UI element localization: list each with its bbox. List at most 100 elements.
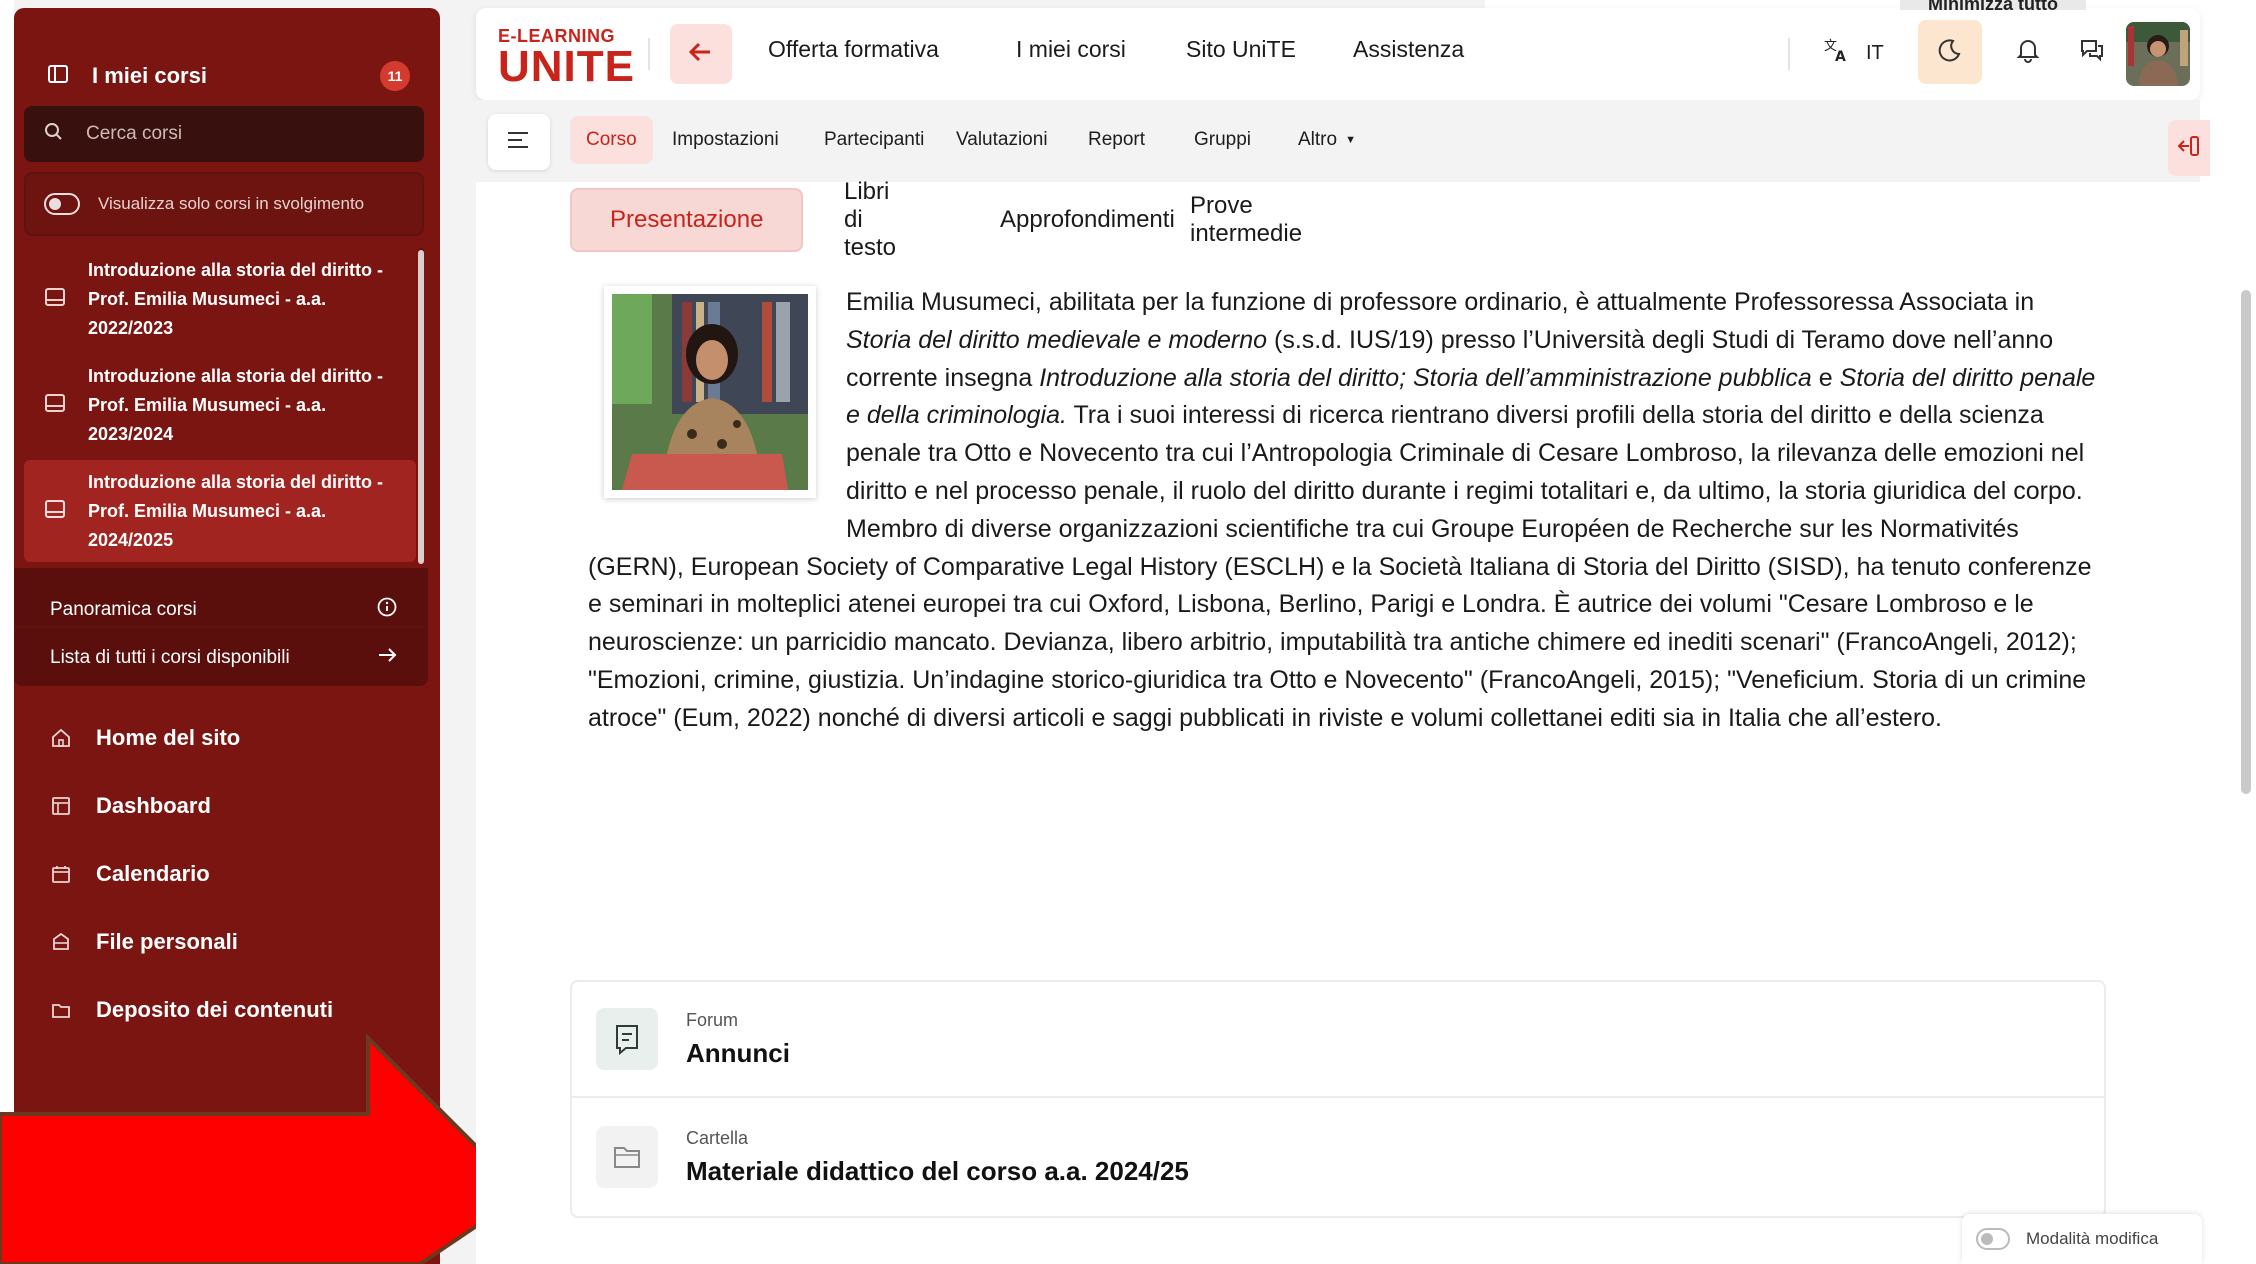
sidebar-header: I miei corsi 11 [44, 56, 410, 96]
nav-offerta-formativa[interactable]: Offerta formativa [768, 36, 939, 63]
search-icon [44, 122, 64, 147]
edit-mode-label: Modalità modifica [2026, 1229, 2159, 1248]
dashboard-icon [48, 793, 74, 819]
course-icon [44, 286, 66, 313]
arrow-right-icon [376, 644, 398, 672]
nav-i-miei-corsi[interactable]: I miei corsi [1016, 36, 1126, 63]
notifications-button[interactable] [2010, 34, 2046, 70]
folder-icon [596, 1126, 658, 1188]
svg-text:A: A [1835, 49, 1846, 64]
toggle-switch[interactable] [1976, 1228, 2010, 1250]
activity-type: Forum [686, 1010, 739, 1030]
nav-home-label: Home del sito [96, 725, 241, 750]
moon-icon [1937, 37, 1963, 68]
back-button[interactable] [670, 24, 732, 84]
user-avatar[interactable] [2126, 22, 2190, 86]
all-courses-link[interactable]: Lista di tutti i corsi disponibili [50, 638, 398, 678]
bio-text: Emilia Musumeci, abilitata per la funzio… [846, 288, 2035, 316]
course-item-label: Introduzione alla storia del diritto - P… [88, 259, 384, 338]
edit-mode-toggle[interactable]: Modalità modifica [1962, 1214, 2202, 1264]
home-icon [48, 725, 74, 751]
course-list-scrollbar[interactable] [418, 248, 424, 564]
chat-icon [2078, 36, 2106, 69]
bio-text-italic: Storia del diritto medievale e moderno [846, 325, 1268, 354]
sidebar-links-card: Panoramica corsi Lista di tutti i corsi … [14, 568, 428, 686]
nav-home[interactable]: Home del sito [48, 716, 240, 760]
course-content: Presentazione Libri di testo Approfondim… [476, 178, 2200, 1264]
tab-corso[interactable]: Corso [570, 116, 653, 164]
language-code: IT [1866, 41, 1884, 64]
tab-partecipanti[interactable]: Partecipanti [808, 116, 940, 164]
tab-impostazioni[interactable]: Impostazioni [656, 116, 795, 164]
course-item[interactable]: Introduzione alla storia del diritto - P… [24, 354, 416, 456]
overview-link-label: Panoramica corsi [50, 599, 197, 620]
tab-report[interactable]: Report [1072, 116, 1161, 164]
photo-spacer [588, 284, 846, 546]
calendar-icon [48, 861, 74, 887]
bell-icon [2015, 36, 2041, 69]
course-index-toggle[interactable] [488, 114, 550, 170]
tab-gruppi[interactable]: Gruppi [1178, 116, 1267, 164]
course-icon [44, 498, 66, 525]
bio-text: e [1811, 363, 1840, 392]
translate-icon: 文A [1822, 36, 1850, 70]
course-item-active[interactable]: Introduzione alla storia del diritto - P… [24, 460, 416, 562]
activity-type: Cartella [686, 1128, 749, 1148]
messages-button[interactable] [2074, 34, 2110, 70]
tab-libri-di-testo[interactable]: Libri di testo [806, 178, 934, 261]
professor-bio: Emilia Musumeci, abilitata per la funzio… [588, 284, 2106, 738]
activity-folder[interactable]: Cartella Materiale didattico del corso a… [570, 1096, 2106, 1218]
tab-altro-label: Altro [1298, 129, 1338, 150]
divider [648, 38, 650, 70]
info-icon [376, 596, 398, 624]
overview-link[interactable]: Panoramica corsi [50, 590, 398, 630]
toggle-switch[interactable] [44, 193, 80, 215]
nav-sito-unite[interactable]: Sito UniTE [1186, 36, 1296, 63]
page-scrollbar[interactable] [2236, 0, 2256, 1264]
block-drawer-toggle[interactable] [2168, 120, 2210, 176]
nav-content-bank-label: Deposito dei contenuti [96, 997, 334, 1022]
nav-dashboard[interactable]: Dashboard [48, 784, 211, 828]
forum-icon [596, 1008, 658, 1070]
bio-text-italic: Introduzione alla storia del diritto; St… [1039, 363, 1812, 392]
red-arrow-annotation [0, 1033, 528, 1264]
in-progress-filter[interactable]: Visualizza solo corsi in svolgimento [24, 172, 424, 236]
nav-content-bank[interactable]: Deposito dei contenuti [48, 988, 333, 1032]
search-input[interactable] [86, 123, 406, 145]
nav-files[interactable]: File personali [48, 920, 238, 964]
tab-valutazioni[interactable]: Valutazioni [940, 116, 1064, 164]
all-courses-link-label: Lista di tutti i corsi disponibili [50, 647, 290, 668]
caret-down-icon: ▼ [1345, 134, 1356, 146]
courses-panel-icon [44, 60, 72, 93]
tab-presentazione[interactable]: Presentazione [570, 188, 804, 252]
dark-mode-toggle[interactable] [1918, 20, 1982, 84]
tab-altro-dropdown[interactable]: Altro ▼ [1282, 116, 1372, 164]
course-item-label: Introduzione alla storia del diritto - P… [88, 365, 384, 444]
scrollbar-thumb[interactable] [2241, 290, 2251, 794]
folder-icon [48, 997, 74, 1023]
sidebar-title: I miei corsi [92, 63, 207, 88]
activity-forum[interactable]: Forum Annunci [570, 980, 2106, 1098]
nav-calendar-label: Calendario [96, 861, 210, 886]
activity-name-link[interactable]: Annunci [686, 1038, 790, 1069]
activity-name-link[interactable]: Materiale didattico del corso a.a. 2024/… [686, 1156, 1189, 1187]
toggle-label: Visualizza solo corsi in svolgimento [98, 194, 365, 213]
tab-prove-intermedie[interactable]: Prove intermedie [1152, 188, 1340, 252]
arrow-left-icon [688, 41, 714, 68]
course-item[interactable]: Introduzione alla storia del diritto - P… [24, 248, 416, 350]
course-search-box[interactable] [24, 106, 424, 162]
course-list: Introduzione alla storia del diritto - P… [24, 248, 424, 566]
course-secondary-nav: Corso Impostazioni Partecipanti Valutazi… [476, 100, 2210, 182]
minimize-all-button[interactable]: Minimizza tutto [1900, 0, 2086, 10]
top-header: E-LEARNING UNITE Offerta formativa I mie… [476, 8, 2200, 100]
nav-calendar[interactable]: Calendario [48, 852, 210, 896]
logo-bottom-text: UNITE [498, 42, 635, 91]
nav-dashboard-label: Dashboard [96, 793, 211, 818]
divider [1788, 38, 1790, 70]
nav-assistenza[interactable]: Assistenza [1353, 36, 1464, 63]
course-count-badge: 11 [380, 61, 410, 91]
menu-icon [506, 129, 532, 156]
language-selector[interactable]: 文A IT [1822, 36, 1884, 70]
divider [14, 626, 428, 628]
elearning-unite-logo[interactable]: E-LEARNING UNITE [498, 26, 635, 91]
